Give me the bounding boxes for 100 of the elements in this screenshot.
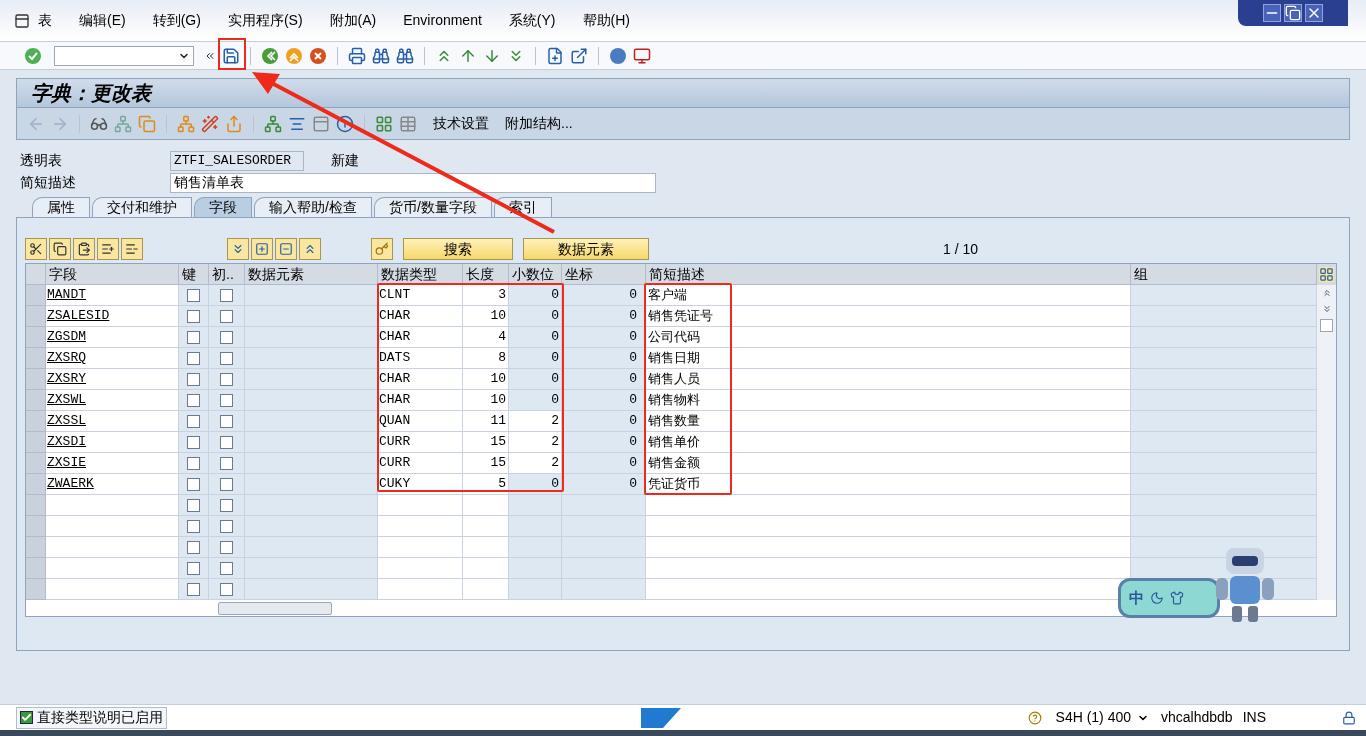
cancel-icon[interactable] bbox=[309, 46, 327, 65]
checkbox[interactable] bbox=[220, 351, 233, 365]
delete-row-icon[interactable] bbox=[125, 242, 139, 256]
checkbox[interactable] bbox=[220, 561, 233, 575]
tab[interactable]: 字段 bbox=[194, 197, 252, 217]
checkbox[interactable] bbox=[187, 435, 200, 449]
menu-item[interactable]: 附加(A) bbox=[329, 10, 377, 31]
menu-item[interactable]: 帮助(H) bbox=[582, 10, 630, 31]
tab[interactable]: 属性 bbox=[32, 197, 90, 217]
copy-icon[interactable] bbox=[53, 242, 67, 256]
checkbox[interactable] bbox=[220, 540, 233, 554]
expand-icon[interactable] bbox=[255, 242, 269, 256]
menu-item[interactable]: 实用程序(S) bbox=[227, 10, 303, 31]
close-icon[interactable] bbox=[1305, 4, 1323, 22]
column-header[interactable]: 数据元素 bbox=[245, 264, 378, 285]
scroll-down-arrow-icon[interactable] bbox=[1321, 303, 1332, 315]
layout-icon[interactable] bbox=[633, 46, 651, 65]
field-name-link[interactable]: ZXSIE bbox=[47, 453, 86, 473]
checkbox[interactable] bbox=[220, 435, 233, 449]
field-name-link[interactable]: ZXSWL bbox=[47, 390, 86, 410]
save-icon[interactable] bbox=[222, 46, 240, 65]
checkbox[interactable] bbox=[187, 351, 200, 365]
menu-item[interactable]: Environment bbox=[403, 10, 482, 31]
minimize-icon[interactable] bbox=[1263, 4, 1281, 22]
paste-icon[interactable] bbox=[77, 242, 91, 256]
checkbox[interactable] bbox=[220, 330, 233, 344]
checkbox[interactable] bbox=[220, 372, 233, 386]
collapse-block-icon[interactable] bbox=[279, 242, 293, 256]
checkbox[interactable] bbox=[220, 393, 233, 407]
checkbox[interactable] bbox=[187, 288, 200, 302]
cut-icon[interactable] bbox=[29, 242, 43, 256]
checkbox[interactable] bbox=[220, 414, 233, 428]
checkbox[interactable] bbox=[220, 498, 233, 512]
vertical-scrollbar[interactable] bbox=[1317, 285, 1336, 600]
column-header[interactable]: 坐标 bbox=[562, 264, 646, 285]
key-icon[interactable] bbox=[375, 242, 389, 256]
toolbar-button[interactable]: 附加结构... bbox=[505, 113, 573, 134]
column-settings-icon[interactable] bbox=[1319, 267, 1334, 282]
menu-item[interactable]: 转到(G) bbox=[152, 10, 201, 31]
table-button[interactable]: 数据元素 bbox=[523, 238, 649, 260]
enter-icon[interactable] bbox=[24, 46, 42, 65]
checkbox[interactable] bbox=[187, 540, 200, 554]
tab[interactable]: 货币/数量字段 bbox=[373, 197, 492, 217]
description-field[interactable]: 销售清单表 bbox=[170, 172, 656, 193]
field-name-link[interactable]: ZXSDI bbox=[47, 432, 86, 452]
field-name-link[interactable]: ZXSSL bbox=[47, 411, 86, 431]
ime-toolbar[interactable]: 中 bbox=[1118, 578, 1220, 618]
restore-icon[interactable] bbox=[1284, 4, 1302, 22]
column-header[interactable]: 初.. bbox=[209, 264, 245, 285]
field-name-link[interactable]: ZGSDM bbox=[47, 327, 86, 347]
field-name-link[interactable]: MANDT bbox=[47, 285, 86, 305]
checkbox[interactable] bbox=[220, 519, 233, 533]
checkbox[interactable] bbox=[220, 582, 233, 596]
menu-icon[interactable] bbox=[14, 12, 30, 29]
checkbox[interactable] bbox=[220, 309, 233, 323]
grid-icon[interactable] bbox=[375, 114, 393, 133]
print-icon[interactable] bbox=[348, 46, 366, 65]
toolbar-button[interactable]: 技术设置 bbox=[433, 113, 489, 134]
field-name-link[interactable]: ZXSRQ bbox=[47, 348, 86, 368]
checkbox[interactable] bbox=[187, 498, 200, 512]
checkbox[interactable] bbox=[187, 393, 200, 407]
checkbox[interactable] bbox=[187, 519, 200, 533]
menu-item[interactable]: 编辑(E) bbox=[79, 10, 126, 31]
checkbox[interactable] bbox=[187, 330, 200, 344]
checkbox[interactable] bbox=[220, 477, 233, 491]
find-next-icon[interactable] bbox=[396, 46, 414, 65]
wand-icon[interactable] bbox=[201, 114, 219, 133]
find-icon[interactable] bbox=[372, 46, 390, 65]
field-name-link[interactable]: ZXSRY bbox=[47, 369, 86, 389]
menu-item[interactable]: 表 bbox=[38, 10, 52, 31]
command-field[interactable] bbox=[54, 45, 194, 66]
menu-item[interactable]: 系统(Y) bbox=[508, 10, 556, 31]
field-name-link[interactable]: ZWAERK bbox=[47, 474, 94, 494]
table-name-field[interactable]: ZTFI_SALESORDER bbox=[170, 150, 304, 171]
checkbox[interactable] bbox=[187, 582, 200, 596]
checkbox[interactable] bbox=[187, 477, 200, 491]
checkbox[interactable] bbox=[187, 414, 200, 428]
scroll-down-icon[interactable] bbox=[231, 242, 245, 256]
checkbox[interactable] bbox=[220, 288, 233, 302]
new-session-icon[interactable] bbox=[546, 46, 564, 65]
shortcut-icon[interactable] bbox=[570, 46, 588, 65]
scroll-thumb[interactable] bbox=[1320, 319, 1333, 332]
hierarchy-icon[interactable] bbox=[264, 114, 282, 133]
table-icon[interactable] bbox=[399, 114, 417, 133]
checkbox[interactable] bbox=[187, 456, 200, 470]
checkbox[interactable] bbox=[187, 309, 200, 323]
panel-icon[interactable] bbox=[312, 114, 330, 133]
info-icon[interactable] bbox=[336, 114, 354, 133]
column-header[interactable]: 组 bbox=[1131, 264, 1317, 285]
horizontal-scrollbar[interactable] bbox=[218, 601, 332, 615]
tab[interactable]: 交付和维护 bbox=[92, 197, 192, 217]
checkbox[interactable] bbox=[187, 561, 200, 575]
lock-icon[interactable] bbox=[1342, 710, 1356, 725]
insert-row-icon[interactable] bbox=[101, 242, 115, 256]
table-button[interactable]: 搜索 bbox=[403, 238, 513, 260]
checkbox[interactable] bbox=[220, 456, 233, 470]
checkbox[interactable] bbox=[187, 372, 200, 386]
tab[interactable]: 输入帮助/检查 bbox=[254, 197, 372, 217]
scroll-up-arrow-icon[interactable] bbox=[1321, 287, 1332, 299]
scroll-up-icon[interactable] bbox=[303, 242, 317, 256]
